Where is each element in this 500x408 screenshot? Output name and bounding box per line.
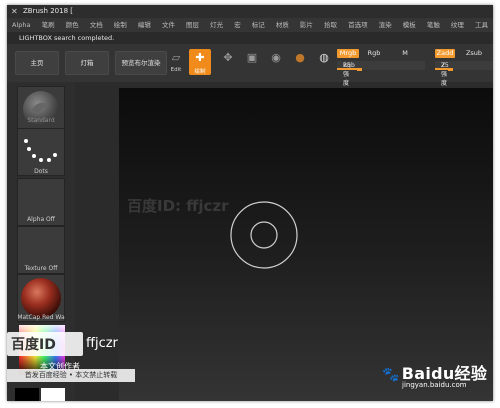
lightbox-button[interactable]: 灯箱 bbox=[65, 51, 109, 75]
rotate-icon: ◉ bbox=[271, 51, 281, 64]
menu-picker[interactable]: 拾取 bbox=[324, 18, 337, 32]
zadd-toggle[interactable]: Zadd bbox=[435, 49, 455, 58]
scale-tool[interactable]: ▣ bbox=[241, 49, 263, 75]
document-canvas[interactable] bbox=[119, 88, 493, 401]
menu-preferences[interactable]: 首选项 bbox=[348, 18, 368, 32]
dots-label: Dots bbox=[34, 168, 48, 175]
material-sphere-icon: ● bbox=[295, 51, 305, 64]
menu-stencil[interactable]: 模板 bbox=[403, 18, 416, 32]
texture-sphere-icon: ◍ bbox=[319, 51, 329, 64]
texture-off-label: Texture Off bbox=[24, 265, 58, 272]
alpha-off-label: Alpha Off bbox=[27, 216, 55, 223]
menu-texture[interactable]: 纹理 bbox=[451, 18, 464, 32]
menu-marker[interactable]: 标记 bbox=[252, 18, 265, 32]
standard-label: Standard bbox=[27, 117, 55, 124]
menu-tool[interactable]: 工具 bbox=[475, 18, 488, 32]
menu-movie[interactable]: 影片 bbox=[300, 18, 313, 32]
menu-brush[interactable]: 笔刷 bbox=[42, 18, 55, 32]
main-color-swatch[interactable] bbox=[15, 388, 39, 401]
rgb-toggle[interactable]: Rgb bbox=[365, 49, 383, 58]
texture-tool[interactable]: ◍ bbox=[313, 49, 335, 75]
menu-layer[interactable]: 图层 bbox=[186, 18, 199, 32]
menu-alpha[interactable]: Alpha bbox=[12, 18, 30, 32]
rgb-intensity-thumb[interactable] bbox=[357, 68, 362, 71]
rgb-intensity-fill bbox=[337, 68, 359, 70]
z-intensity-thumb[interactable] bbox=[447, 68, 453, 71]
edit-icon: ▱ bbox=[171, 51, 181, 64]
zsub-toggle[interactable]: Zsub bbox=[463, 49, 485, 58]
move-tool[interactable]: ✥ bbox=[217, 49, 239, 75]
secondary-color-swatch[interactable] bbox=[41, 388, 65, 401]
top-toolbar: 主页 灯箱 预览布尔渲染 ▱ Edit ✚ 绘制 ✥ ▣ ◉ ● ◍ Mrgb … bbox=[7, 44, 493, 87]
move-icon: ✥ bbox=[223, 51, 233, 64]
window-title: ZBrush 2018 [ bbox=[23, 7, 73, 15]
draw-icon: ✚ bbox=[195, 51, 205, 64]
z-intensity-slider[interactable]: Z 强度 25 bbox=[435, 61, 493, 87]
menu-edit[interactable]: 编辑 bbox=[138, 18, 151, 32]
draw-tool[interactable]: ✚ 绘制 bbox=[189, 49, 211, 75]
menu-stroke[interactable]: 笔触 bbox=[427, 18, 440, 32]
menu-macro[interactable]: 宏 bbox=[234, 18, 241, 32]
material-preview-tool[interactable]: ● bbox=[289, 49, 311, 75]
menu-bar: Alpha 笔刷 颜色 文档 绘制 编辑 文件 图层 灯光 宏 标记 材质 影片… bbox=[7, 18, 493, 32]
mrgb-toggle[interactable]: Mrgb bbox=[337, 49, 359, 58]
m-toggle[interactable]: M bbox=[399, 49, 411, 58]
baidu-url: jingyan.baidu.com bbox=[402, 381, 467, 389]
home-button[interactable]: 主页 bbox=[15, 51, 59, 75]
edit-tool[interactable]: ▱ Edit bbox=[165, 49, 187, 75]
rotate-tool[interactable]: ◉ bbox=[265, 49, 287, 75]
watermark-strip: 首发百度经验 • 本文禁止转载 bbox=[7, 369, 135, 382]
menu-file[interactable]: 文件 bbox=[162, 18, 175, 32]
menu-color[interactable]: 颜色 bbox=[66, 18, 79, 32]
paw-icon: 🐾 bbox=[382, 367, 400, 383]
watermark-username: ffjczr bbox=[86, 336, 118, 351]
standard-brush-thumb[interactable] bbox=[17, 86, 65, 134]
status-message: LIGHTBOX search completed. bbox=[19, 34, 115, 42]
menu-light[interactable]: 灯光 bbox=[210, 18, 223, 32]
menu-material[interactable]: 材质 bbox=[276, 18, 289, 32]
watermark-top: 百度ID: ffjczr bbox=[127, 197, 229, 215]
matcap-label: MatCap Red Wa bbox=[17, 314, 65, 321]
rgb-intensity-slider[interactable]: Rgb 强度 25 bbox=[337, 61, 425, 87]
zbrush-logo-icon: ✕ bbox=[11, 7, 18, 16]
brush-cursor-icon bbox=[230, 201, 298, 269]
bpr-render-button[interactable]: 预览布尔渲染 bbox=[115, 51, 167, 75]
watermark-logo-text: 百度ID bbox=[11, 337, 56, 353]
standard-brush-icon bbox=[23, 91, 59, 127]
menu-render[interactable]: 渲染 bbox=[379, 18, 392, 32]
title-bar: ✕ ZBrush 2018 [ bbox=[7, 5, 493, 18]
menu-document[interactable]: 文档 bbox=[90, 18, 103, 32]
status-bar: LIGHTBOX search completed. bbox=[7, 32, 493, 44]
menu-draw[interactable]: 绘制 bbox=[114, 18, 127, 32]
scale-icon: ▣ bbox=[246, 51, 258, 64]
